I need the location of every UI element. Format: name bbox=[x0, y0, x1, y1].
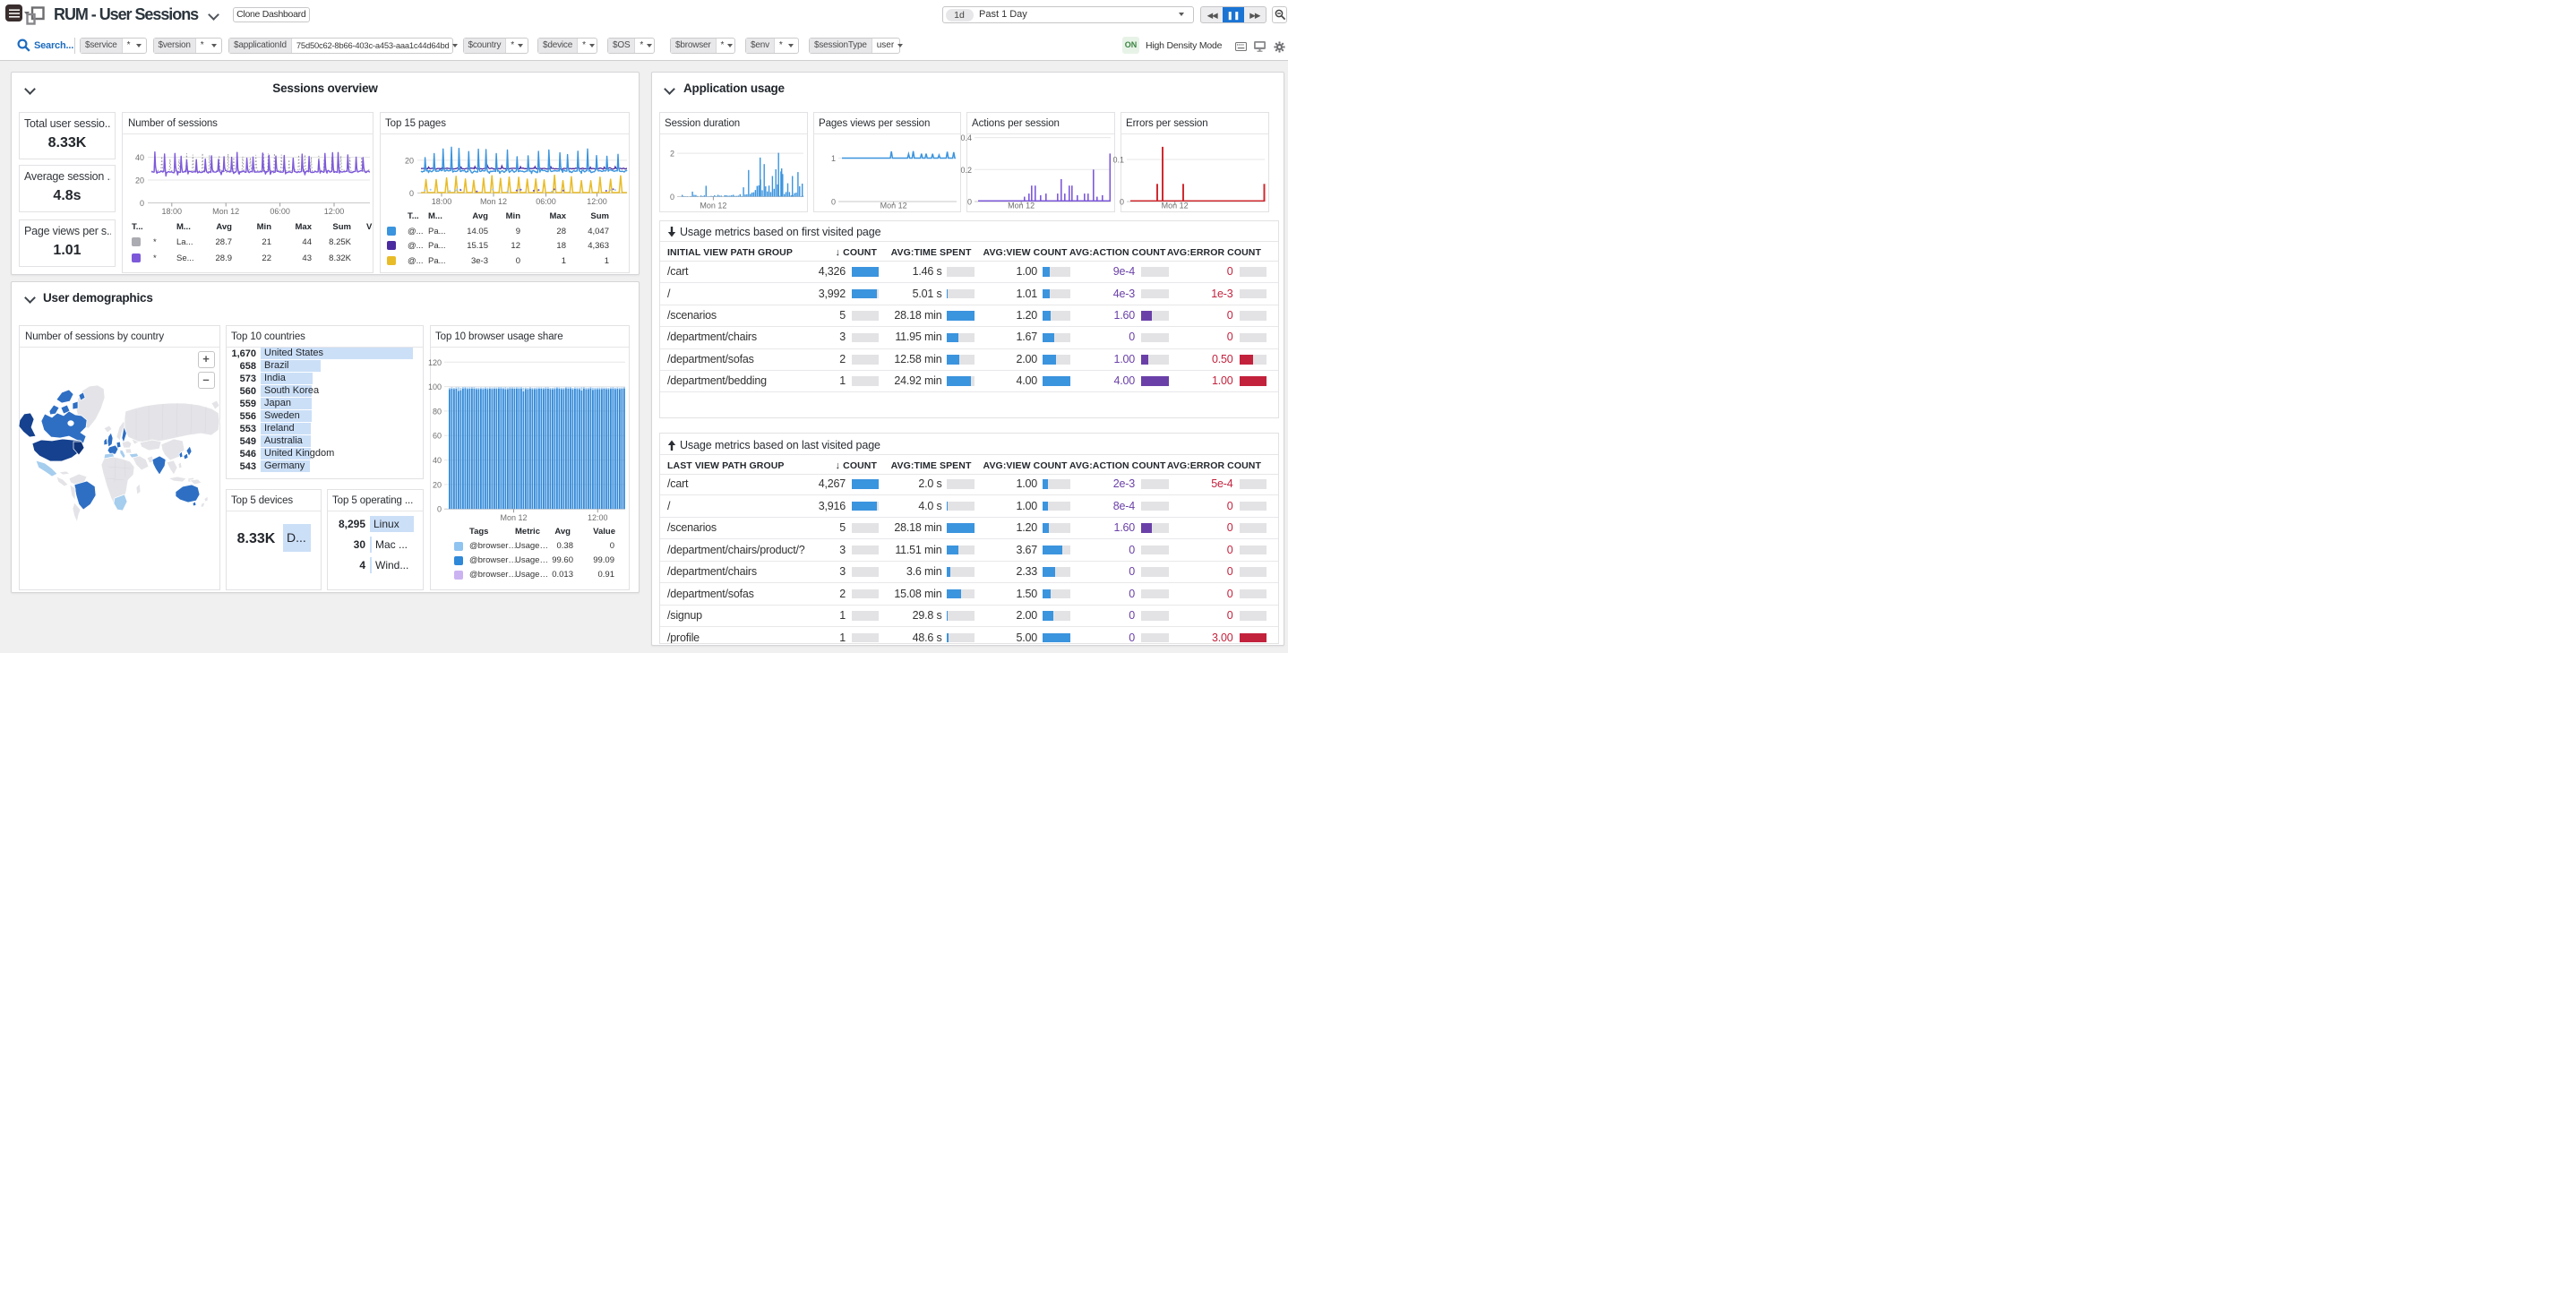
svg-text:0.2: 0.2 bbox=[960, 166, 972, 175]
svg-text:0: 0 bbox=[670, 193, 674, 202]
svg-text:0: 0 bbox=[437, 505, 442, 514]
svg-text:12:00: 12:00 bbox=[587, 197, 607, 206]
svg-text:100: 100 bbox=[428, 382, 442, 391]
svg-text:20: 20 bbox=[405, 156, 414, 165]
svg-text:40: 40 bbox=[433, 456, 442, 465]
svg-text:Mon 12: Mon 12 bbox=[1008, 202, 1035, 211]
svg-text:0.1: 0.1 bbox=[1112, 156, 1124, 165]
svg-text:18:00: 18:00 bbox=[162, 207, 183, 216]
svg-text:Mon 12: Mon 12 bbox=[212, 207, 239, 216]
svg-text:0: 0 bbox=[967, 198, 972, 207]
svg-text:0: 0 bbox=[409, 189, 414, 198]
svg-text:Mon 12: Mon 12 bbox=[700, 202, 726, 211]
svg-text:Mon 12: Mon 12 bbox=[500, 513, 527, 522]
svg-text:0: 0 bbox=[1120, 198, 1124, 207]
svg-text:0: 0 bbox=[140, 199, 144, 208]
svg-text:18:00: 18:00 bbox=[432, 197, 452, 206]
svg-text:06:00: 06:00 bbox=[270, 207, 290, 216]
svg-text:1: 1 bbox=[831, 154, 836, 163]
svg-text:20: 20 bbox=[135, 176, 144, 185]
svg-text:120: 120 bbox=[428, 358, 442, 367]
svg-text:0: 0 bbox=[831, 198, 836, 207]
svg-text:12:00: 12:00 bbox=[324, 207, 345, 216]
svg-text:Mon 12: Mon 12 bbox=[880, 202, 907, 211]
svg-text:20: 20 bbox=[433, 480, 442, 489]
svg-text:12:00: 12:00 bbox=[588, 513, 608, 522]
svg-text:40: 40 bbox=[135, 153, 144, 162]
svg-text:80: 80 bbox=[433, 407, 442, 416]
svg-text:Mon 12: Mon 12 bbox=[480, 197, 507, 206]
svg-text:Mon 12: Mon 12 bbox=[1162, 202, 1189, 211]
svg-text:2: 2 bbox=[670, 150, 674, 159]
svg-text:60: 60 bbox=[433, 432, 442, 441]
svg-text:0.4: 0.4 bbox=[960, 133, 972, 142]
svg-text:06:00: 06:00 bbox=[536, 197, 556, 206]
